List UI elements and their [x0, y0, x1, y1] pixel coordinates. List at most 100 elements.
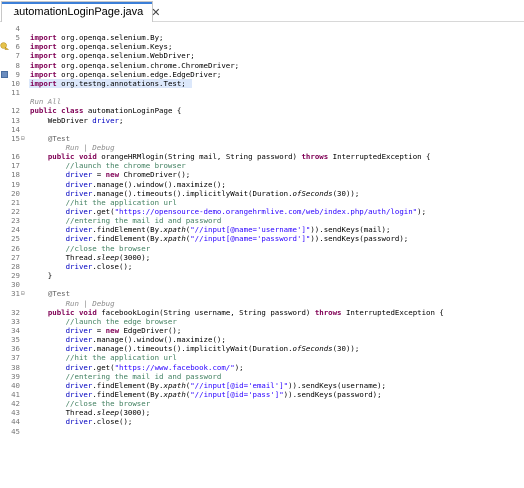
line-number: 12 [11, 106, 20, 116]
fold-toggle-icon[interactable]: ⊟ [21, 135, 25, 142]
code-text: driver = new ChromeDriver(); [65, 170, 191, 180]
line-number: 45 [11, 426, 20, 436]
code-text: public void orangeHRMlogin(String mail, … [47, 152, 431, 162]
code-text: import org.testng.annotations.Test; [30, 78, 186, 88]
line-number: 39 [11, 371, 20, 381]
code-text: driver.findElement(By.xpath("//input[@na… [65, 234, 409, 244]
code-line: 11 [0, 88, 524, 97]
code-text: //close the browser [30, 399, 151, 409]
code-text: driver = new EdgeDriver(); [65, 325, 182, 335]
code-line: 28 driver.close(); [0, 262, 524, 271]
warning-icon[interactable] [0, 41, 9, 51]
code-text: driver.manage().window().maximize(); [65, 179, 226, 189]
tab-title: automationLoginPage.java [13, 6, 144, 18]
code-text: import org.openqa.selenium.chrome.Chrome… [30, 60, 240, 70]
code-line: 35 driver.manage().window().maximize(); [0, 335, 524, 344]
code-text: driver.findElement(By.xpath("//input[@na… [65, 225, 391, 235]
code-line: 24 driver.findElement(By.xpath("//input[… [0, 225, 524, 234]
code-line: 8 import org.openqa.selenium.chrome.Chrom… [0, 61, 524, 70]
code-text: //launch the edge browser [30, 316, 177, 326]
code-editor[interactable]: 4 5 import org.openqa.selenium.By; 6 import … [0, 22, 524, 488]
code-line: 14 [0, 125, 524, 134]
code-text: import org.openqa.selenium.By; [30, 33, 164, 43]
line-number: 32 [11, 307, 20, 317]
line-number: 13 [11, 115, 20, 125]
code-text: driver.findElement(By.xpath("//input[@id… [65, 380, 386, 390]
line-number: 15 [11, 133, 20, 143]
line-number: 40 [11, 380, 20, 390]
fold-toggle-icon[interactable]: ⊟ [21, 290, 25, 297]
code-lens[interactable]: Run | Debug [0, 299, 524, 308]
code-text: @Test [47, 289, 71, 299]
line-number: 18 [11, 170, 20, 180]
line-number: 26 [11, 243, 20, 253]
code-line: 36 driver.manage().timeouts().implicitly… [0, 344, 524, 353]
code-text: driver.findElement(By.xpath("//input[@id… [65, 390, 382, 399]
line-number: 36 [11, 344, 20, 354]
code-line: 37 //hit the application url [0, 353, 524, 362]
code-line: 4 [0, 24, 524, 33]
code-line: 7 import org.openqa.selenium.WebDriver; [0, 51, 524, 60]
code-text: public class automationLoginPage { [30, 106, 182, 116]
code-line: 27 Thread.sleep(3000); [0, 253, 524, 262]
code-text: //launch the chrome browser [30, 161, 186, 171]
code-line: 17 //launch the chrome browser [0, 161, 524, 170]
line-number: 17 [11, 161, 20, 171]
code-text: WebDriver driver; [30, 115, 124, 125]
line-number: 38 [11, 362, 20, 372]
code-text: driver.get("https://opensource-demo.oran… [65, 207, 427, 216]
line-number: 19 [11, 179, 20, 189]
code-text: } [30, 271, 53, 281]
code-line: 34 driver = new EdgeDriver(); [0, 326, 524, 335]
code-text: driver.manage().timeouts().implicitlyWai… [65, 188, 360, 198]
line-number: 11 [11, 88, 20, 98]
line-number: 27 [11, 252, 20, 262]
code-lens[interactable]: Run All [0, 97, 524, 106]
code-line: 42 //close the browser [0, 399, 524, 408]
line-number: 29 [11, 271, 20, 281]
code-line: 39 //entering the mail id and password [0, 372, 524, 381]
line-number: 42 [11, 399, 20, 409]
code-line: 23 //entering the mail id and password [0, 216, 524, 225]
code-line: 44 driver.close(); [0, 417, 524, 426]
editor-tab-bar: automationLoginPage.java ✕ [0, 0, 524, 22]
close-icon[interactable]: ✕ [151, 6, 160, 19]
line-number: 23 [11, 216, 20, 226]
breakpoint-marker-icon[interactable] [1, 70, 8, 78]
vertical-scrollbar[interactable] [518, 22, 524, 488]
code-line: 41 driver.findElement(By.xpath("//input[… [0, 390, 524, 399]
code-line: 43 Thread.sleep(3000); [0, 408, 524, 417]
code-line: 40 driver.findElement(By.xpath("//input[… [0, 381, 524, 390]
code-line: 15 ⊟ @Test [0, 134, 524, 143]
line-number: 34 [11, 325, 20, 335]
code-text: import org.openqa.selenium.edge.EdgeDriv… [30, 69, 222, 79]
code-line: 6 import org.openqa.selenium.Keys; [0, 42, 524, 51]
code-line: 25 driver.findElement(By.xpath("//input[… [0, 234, 524, 243]
line-number: 21 [11, 197, 20, 207]
line-number: 35 [11, 335, 20, 345]
line-number: 33 [11, 316, 20, 326]
line-number: 43 [11, 408, 20, 418]
code-text: //hit the application url [30, 353, 177, 363]
code-text: Thread.sleep(3000); [30, 252, 151, 262]
code-text: @Test [47, 133, 71, 143]
code-line: 45 [0, 427, 524, 436]
code-text: driver.get("https://www.facebook.com/"); [65, 362, 244, 372]
line-number: 41 [11, 390, 20, 399]
code-line: 16 public void orangeHRMlogin(String mai… [0, 152, 524, 161]
code-line: 32 public void facebookLogin(String user… [0, 308, 524, 317]
code-text: //close the browser [30, 243, 151, 253]
code-line: 38 driver.get("https://www.facebook.com/… [0, 363, 524, 372]
code-line: 10 import org.testng.annotations.Test; [0, 78, 524, 88]
line-number: 14 [11, 124, 20, 134]
code-lens-text: Run All [30, 97, 62, 107]
line-number: 10 [11, 78, 20, 88]
line-number: 7 [15, 51, 20, 61]
code-line: 13 WebDriver driver; [0, 116, 524, 125]
code-line: 21 //hit the application url [0, 198, 524, 207]
code-line: 30 [0, 280, 524, 289]
code-text: driver.manage().timeouts().implicitlyWai… [65, 344, 360, 354]
code-lens[interactable]: Run | Debug [0, 143, 524, 152]
code-line: 33 //launch the edge browser [0, 317, 524, 326]
tab-automation-login-page[interactable]: automationLoginPage.java ✕ [1, 1, 160, 22]
